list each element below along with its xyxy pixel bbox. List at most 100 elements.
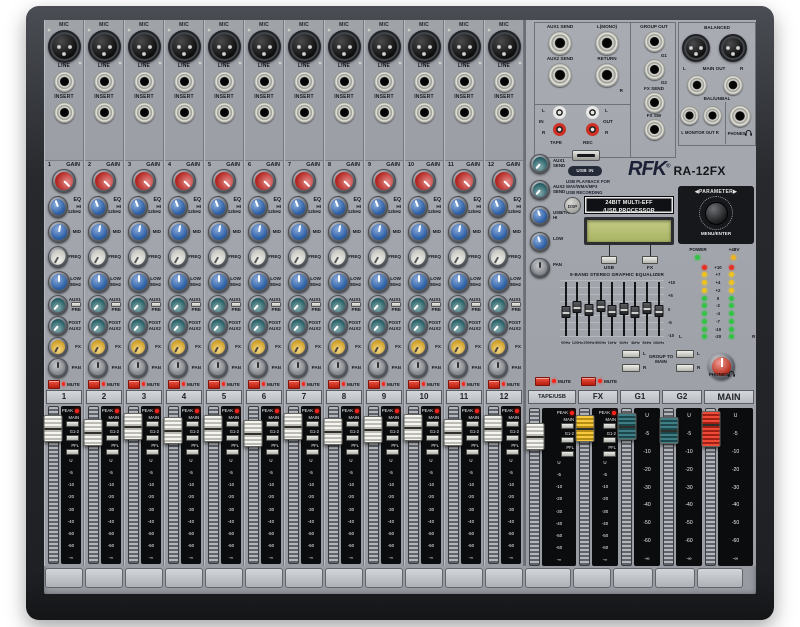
eq-low-knob[interactable]: [168, 271, 190, 293]
usb-tape-hi-knob[interactable]: [530, 206, 550, 226]
pan-knob[interactable]: [48, 358, 68, 378]
pan-knob[interactable]: [328, 358, 348, 378]
eq-freq-knob[interactable]: [208, 246, 228, 268]
usb-tape-low-knob[interactable]: [530, 232, 550, 252]
aux2-knob[interactable]: [48, 316, 68, 336]
gain-knob[interactable]: [492, 169, 516, 193]
eq-low-knob[interactable]: [288, 271, 310, 293]
fader-track[interactable]: [705, 408, 716, 566]
geq-slider[interactable]: [630, 280, 640, 338]
eq-hi-knob[interactable]: [208, 196, 228, 218]
eq-freq-knob[interactable]: [408, 246, 428, 268]
aux2-knob[interactable]: [168, 316, 188, 336]
mute-button[interactable]: [48, 380, 60, 389]
aux2-knob[interactable]: [128, 316, 148, 336]
group-assign-button[interactable]: [386, 435, 399, 441]
eq-low-knob[interactable]: [248, 271, 270, 293]
fader-cap[interactable]: [164, 417, 183, 444]
fx-knob[interactable]: [168, 337, 188, 357]
eq-mid-knob[interactable]: [48, 221, 70, 243]
mute-button[interactable]: [168, 380, 180, 389]
mute-button[interactable]: [488, 380, 500, 389]
fader-track[interactable]: [128, 406, 139, 564]
eq-mid-knob[interactable]: [288, 221, 310, 243]
aux1-knob[interactable]: [408, 295, 428, 315]
main-assign-button[interactable]: [226, 421, 239, 427]
fx-knob[interactable]: [288, 337, 308, 357]
group-assign-button[interactable]: [186, 435, 199, 441]
eq-mid-knob[interactable]: [368, 221, 390, 243]
eq-hi-knob[interactable]: [288, 196, 308, 218]
fader-cap[interactable]: [84, 419, 103, 446]
geq-slider[interactable]: [572, 280, 582, 338]
fx-knob[interactable]: [328, 337, 348, 357]
fader-track[interactable]: [288, 406, 299, 564]
mute-button[interactable]: [368, 380, 380, 389]
aux1-knob[interactable]: [488, 295, 508, 315]
fader-track[interactable]: [168, 406, 179, 564]
fader-cap[interactable]: [575, 415, 594, 442]
fader-track[interactable]: [208, 406, 219, 564]
eq-hi-knob[interactable]: [48, 196, 68, 218]
mute-button[interactable]: [288, 380, 300, 389]
aux2-knob[interactable]: [248, 316, 268, 336]
eq-hi-knob[interactable]: [408, 196, 428, 218]
gain-knob[interactable]: [132, 169, 156, 193]
group-assign-button[interactable]: [266, 435, 279, 441]
main-assign-button[interactable]: [386, 421, 399, 427]
group-assign-button[interactable]: [426, 435, 439, 441]
eq-mid-knob[interactable]: [408, 221, 430, 243]
pan-knob[interactable]: [408, 358, 428, 378]
usb-mode-button[interactable]: [601, 256, 617, 264]
aux1-knob[interactable]: [288, 295, 308, 315]
main-assign-button[interactable]: [66, 421, 79, 427]
aux1-knob[interactable]: [208, 295, 228, 315]
aux2-knob[interactable]: [88, 316, 108, 336]
aux2-knob[interactable]: [368, 316, 388, 336]
fx-mode-button[interactable]: [642, 256, 658, 264]
group-assign-button[interactable]: [66, 435, 79, 441]
eq-mid-knob[interactable]: [128, 221, 150, 243]
group-assign-button[interactable]: [603, 437, 616, 443]
fx-knob[interactable]: [448, 337, 468, 357]
mute-button[interactable]: [248, 380, 260, 389]
main-assign-button[interactable]: [506, 421, 519, 427]
fader-cap[interactable]: [244, 420, 263, 447]
gain-knob[interactable]: [372, 169, 396, 193]
eq-low-knob[interactable]: [328, 271, 350, 293]
group2-to-main-l-button[interactable]: [676, 350, 694, 358]
fader-cap[interactable]: [44, 415, 63, 442]
geq-slider[interactable]: [654, 280, 664, 338]
geq-slider[interactable]: [596, 280, 606, 338]
fader-track[interactable]: [529, 408, 540, 566]
geq-slider-cap[interactable]: [584, 304, 593, 316]
master-aux1-send-knob[interactable]: [530, 154, 550, 174]
fader-cap[interactable]: [284, 413, 303, 440]
fader-track[interactable]: [368, 406, 379, 564]
aux2-knob[interactable]: [208, 316, 228, 336]
main-assign-button[interactable]: [426, 421, 439, 427]
main-assign-button[interactable]: [146, 421, 159, 427]
aux1-knob[interactable]: [48, 295, 68, 315]
mute-button[interactable]: [88, 380, 100, 389]
fader-cap[interactable]: [404, 414, 423, 441]
eq-low-knob[interactable]: [488, 271, 510, 293]
fx-knob[interactable]: [368, 337, 388, 357]
fader-track[interactable]: [328, 406, 339, 564]
eq-freq-knob[interactable]: [288, 246, 308, 268]
geq-slider-cap[interactable]: [573, 301, 582, 313]
aux1-knob[interactable]: [248, 295, 268, 315]
aux2-knob[interactable]: [408, 316, 428, 336]
master-aux2-send-knob[interactable]: [530, 180, 550, 200]
eq-mid-knob[interactable]: [488, 221, 510, 243]
eq-hi-knob[interactable]: [168, 196, 188, 218]
aux2-knob[interactable]: [288, 316, 308, 336]
mute-button[interactable]: [128, 380, 140, 389]
group-assign-button[interactable]: [146, 435, 159, 441]
fader-cap[interactable]: [324, 418, 343, 445]
group-assign-button[interactable]: [346, 435, 359, 441]
main-assign-button[interactable]: [266, 421, 279, 427]
fader-track[interactable]: [88, 406, 99, 564]
group-assign-button[interactable]: [561, 437, 574, 443]
eq-low-knob[interactable]: [88, 271, 110, 293]
